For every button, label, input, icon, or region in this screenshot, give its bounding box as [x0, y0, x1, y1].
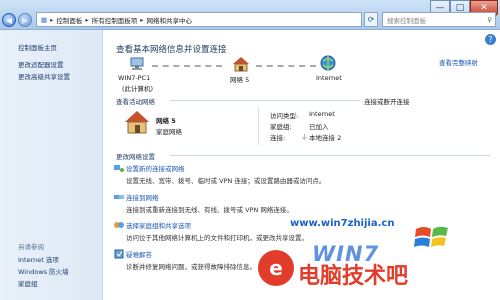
watermark-url: www.win7zhijia.cn — [290, 218, 395, 229]
network-type-link[interactable]: 家庭网络 — [156, 126, 182, 136]
homegroup-value[interactable]: 已加入 — [309, 121, 329, 131]
sidebar-link-firewall[interactable]: Windows 防火墙 — [18, 266, 69, 276]
control-panel-icon: ▦ — [41, 15, 48, 24]
access-type-label: 访问类型: — [270, 112, 299, 120]
ethernet-icon: ⏚ — [301, 133, 308, 141]
sidebar-link-advanced-sharing[interactable]: 更改高级共享设置 — [18, 71, 70, 81]
divider — [170, 100, 360, 101]
refresh-button[interactable]: ⟳ — [364, 12, 378, 27]
access-type-value: Internet — [309, 110, 335, 118]
full-map-link[interactable]: 查看完整映射 — [439, 57, 478, 67]
see-also-header: 另请参阅 — [18, 243, 44, 251]
windows-flag-icon — [414, 226, 448, 247]
map-link-line — [152, 65, 222, 67]
sidebar-link-homegroup[interactable]: 家庭组 — [18, 278, 38, 288]
homegroup-label: 家庭组: — [270, 123, 292, 131]
breadcrumb-arrow-icon: ▸ — [50, 15, 54, 24]
address-bar[interactable]: ▦ ▸ 控制面板 ▸ 所有控制面板项 ▸ 网络和共享中心 — [36, 12, 362, 27]
task-setup-connection: 设置新的连接或网络 设置无线、宽带、拨号、临时或 VPN 连接；或设置路由器或访… — [114, 163, 326, 185]
sidebar-link-internet-options[interactable]: Internet 选项 — [18, 254, 59, 264]
network-sharing-center-window: — □ ✕ ◀ ▶ ▦ ▸ 控制面板 ▸ 所有控制面板项 ▸ 网络和共享中心 ⟳… — [0, 0, 500, 300]
computer-icon — [130, 57, 144, 70]
task-desc: 设置无线、宽带、拨号、临时或 VPN 连接；或设置路由器或访问点。 — [126, 177, 326, 185]
task-connect-network: 连接到网络 连接到或重新连接到无线、有线、拨号或 VPN 网络连接。 — [114, 192, 293, 214]
connect-network-icon — [114, 195, 124, 199]
map-network-name: 网络 5 — [230, 76, 250, 84]
forward-button[interactable]: ▶ — [18, 13, 32, 27]
homegroup-sharing-icon — [114, 222, 124, 228]
connection-label: 连接: — [270, 134, 286, 142]
task-title[interactable]: 连接到网络 — [126, 192, 293, 202]
divider — [170, 155, 490, 156]
internet-globe-icon — [320, 55, 336, 71]
local-connection-link[interactable]: 本地连接 2 — [309, 132, 341, 142]
search-icon[interactable]: ⚲ — [487, 16, 492, 24]
task-homegroup-sharing: 选择家庭组和共享选项 访问位于其他网络计算机上的文件和打印机，或更改共享设置。 — [114, 220, 308, 242]
task-desc: 访问位于其他网络计算机上的文件和打印机，或更改共享设置。 — [126, 234, 308, 242]
map-link-line — [256, 65, 316, 67]
sidebar: 控制面板主页 更改适配器设置 更改高级共享设置 另请参阅 Internet 选项… — [0, 30, 103, 300]
address-bar-row: ◀ ▶ ▦ ▸ 控制面板 ▸ 所有控制面板项 ▸ 网络和共享中心 ⟳ 搜索控制面… — [2, 12, 498, 28]
connect-disconnect-link[interactable]: 连接或断开连接 — [364, 96, 410, 106]
title-bar: — □ ✕ ◀ ▶ ▦ ▸ 控制面板 ▸ 所有控制面板项 ▸ 网络和共享中心 ⟳… — [0, 0, 500, 30]
breadcrumb-control-panel[interactable]: 控制面板 — [56, 15, 82, 25]
active-networks-header: 查看活动网络 — [116, 98, 155, 106]
task-title[interactable]: 疑难解答 — [126, 249, 256, 259]
troubleshoot-icon — [114, 249, 124, 259]
task-desc: 诊断并修复网络问题，或获得故障排除信息。 — [126, 263, 256, 271]
back-button[interactable]: ◀ — [2, 13, 16, 27]
breadcrumb-arrow-icon: ▸ — [85, 15, 89, 24]
map-internet-label: Internet — [316, 74, 342, 82]
sidebar-link-adapter[interactable]: 更改适配器设置 — [18, 59, 64, 69]
sidebar-link-home[interactable]: 控制面板主页 — [18, 42, 57, 52]
breadcrumb-network-center[interactable]: 网络和共享中心 — [146, 15, 192, 25]
divider — [258, 107, 259, 145]
task-title[interactable]: 设置新的连接或网络 — [126, 163, 325, 173]
search-placeholder: 搜索控制面板 — [387, 16, 426, 25]
change-settings-header: 更改网络设置 — [116, 153, 155, 161]
help-icon[interactable]: ? — [485, 34, 496, 45]
task-desc: 连接到或重新连接到无线、有线、拨号或 VPN 网络连接。 — [126, 206, 293, 214]
setup-connection-icon — [114, 165, 124, 172]
map-computer-name: WIN7-PC1 — [118, 74, 151, 82]
home-network-large-icon — [125, 111, 149, 134]
home-network-icon — [233, 57, 249, 72]
task-troubleshoot: 疑难解答 诊断并修复网络问题，或获得故障排除信息。 — [114, 249, 256, 271]
search-box[interactable]: 搜索控制面板 ⚲ — [382, 12, 496, 27]
breadcrumb-arrow-icon: ▸ — [140, 15, 144, 24]
task-title[interactable]: 选择家庭组和共享选项 — [126, 220, 308, 230]
watermark-site: 电脑技术吧 — [298, 264, 409, 289]
map-computer-sub: (此计算机) — [122, 85, 154, 93]
breadcrumb-all-items[interactable]: 所有控制面板项 — [92, 15, 138, 25]
page-title: 查看基本网络信息并设置连接 — [116, 45, 227, 55]
active-network-name: 网络 5 — [156, 117, 176, 125]
ie-logo-icon: e — [258, 250, 294, 286]
